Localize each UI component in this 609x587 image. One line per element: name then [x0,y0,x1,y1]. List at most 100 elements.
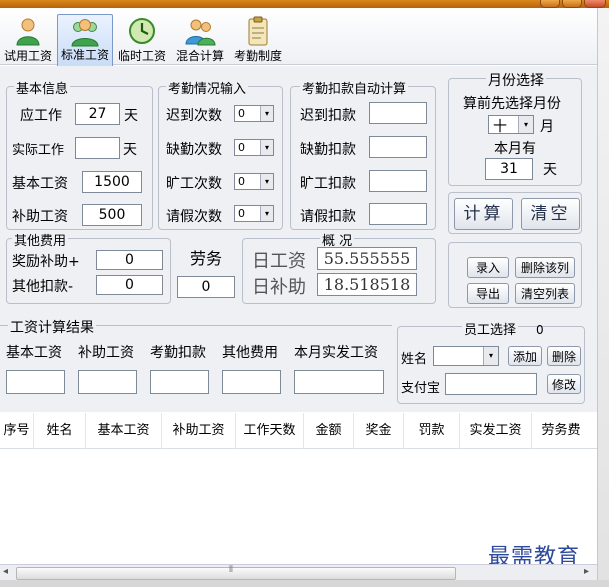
employee-count: 0 [536,323,544,337]
late-count-spinner[interactable]: 0 ▾ [234,105,274,122]
absent-deduction-label: 缺勤扣款 [300,142,356,158]
toolbar: 试用工资 标准工资 临时工资 混合计算 考勤制度 [0,8,609,68]
daily-wage-field[interactable]: 55.555555 [317,247,417,270]
employee-name-label: 姓名 [401,352,428,367]
column-header-labor-fee[interactable]: 劳务费 [532,413,590,449]
column-header-net-salary[interactable]: 实发工资 [460,413,532,449]
scroll-right-icon[interactable]: ▸ [584,566,589,577]
absent-count-value: 0 [238,141,245,154]
deduction-auto-title: 考勤扣款自动计算 [300,78,409,97]
tab-label: 临时工资 [117,49,166,63]
spin-down-icon[interactable]: ▾ [260,106,273,121]
leave-deduction-label: 请假扣款 [300,209,356,225]
single-user-icon [16,18,40,46]
result-header-other: 其他费用 [222,345,278,361]
maximize-button[interactable] [562,0,582,8]
alipay-label: 支付宝 [401,381,441,396]
result-net-field[interactable] [294,370,384,394]
absent-count-spinner[interactable]: 0 ▾ [234,139,274,156]
due-work-label: 应工作 [20,108,62,124]
tab-label: 考勤制度 [233,49,282,63]
column-header-name[interactable]: 姓名 [34,413,86,449]
leave-count-label: 请假次数 [166,209,222,225]
calculate-button[interactable]: 计算 [454,198,513,230]
result-header-base: 基本工资 [6,345,62,361]
truant-count-value: 0 [238,175,245,188]
spin-down-icon[interactable]: ▾ [260,206,273,221]
scroll-thumb[interactable]: ⦀ [16,565,456,580]
truant-count-label: 旷工次数 [166,176,222,192]
actual-work-field[interactable] [75,137,120,159]
month-combo[interactable]: 十 ▾ [488,115,534,135]
tab-attendance-policy[interactable]: 考勤制度 [231,14,285,68]
spin-down-icon[interactable]: ▾ [260,140,273,155]
bonus-field[interactable]: 0 [96,250,163,270]
daily-subsidy-field[interactable]: 18.518518 [317,273,417,296]
chevron-down-icon[interactable]: ▾ [483,347,498,365]
column-header-penalty[interactable]: 罚款 [404,413,460,449]
result-deduction-field[interactable] [150,370,209,394]
chevron-down-icon[interactable]: ▾ [518,116,533,133]
export-button[interactable]: 导出 [467,283,509,304]
clock-icon [129,18,155,44]
days-field[interactable]: 31 [485,158,533,180]
close-button[interactable] [584,0,606,8]
column-header-index[interactable]: 序号 [0,413,34,449]
column-header-amount[interactable]: 金额 [304,413,354,449]
month-unit: 月 [540,119,554,135]
result-title: 工资计算结果 [8,317,96,337]
basic-info-title: 基本信息 [14,78,71,97]
spin-down-icon[interactable]: ▾ [260,174,273,189]
actual-work-label: 实际工作 [12,143,65,158]
enter-button[interactable]: 录入 [467,257,509,278]
subsidy-field[interactable]: 500 [82,204,142,226]
leave-deduction-field[interactable] [369,203,427,225]
days-unit: 天 [543,162,557,178]
due-work-field[interactable]: 27 [75,103,120,125]
result-base-field[interactable] [6,370,65,394]
late-deduction-label: 迟到扣款 [300,108,356,124]
delete-row-button[interactable]: 删除该列 [515,257,575,278]
modify-employee-button[interactable]: 修改 [547,374,581,394]
horizontal-scrollbar[interactable]: ◂ ⦀ ▸ [0,564,597,580]
tab-temporary-salary[interactable]: 临时工资 [115,14,169,68]
minimize-button[interactable] [540,0,560,8]
result-header-net: 本月实发工资 [294,345,378,361]
column-header-work-days[interactable]: 工作天数 [236,413,304,449]
column-header-subsidy[interactable]: 补助工资 [162,413,236,449]
add-employee-button[interactable]: 添加 [508,346,542,366]
column-header-bonus[interactable]: 奖金 [354,413,404,449]
penalty-field[interactable]: 0 [96,275,163,295]
other-fees-title: 其他费用 [12,230,69,249]
employee-name-combo[interactable]: ▾ [433,346,499,366]
base-salary-label: 基本工资 [12,176,68,192]
base-salary-field[interactable]: 1500 [82,171,142,193]
days-label: 本月有 [494,141,536,157]
leave-count-spinner[interactable]: 0 ▾ [234,205,274,222]
result-header-deduction: 考勤扣款 [150,345,206,361]
alipay-field[interactable] [445,373,537,395]
clear-list-button[interactable]: 清空列表 [515,283,575,304]
absent-deduction-field[interactable] [369,136,427,158]
tab-mixed-calculation[interactable]: 混合计算 [171,14,229,68]
scroll-left-icon[interactable]: ◂ [3,566,8,577]
delete-employee-button[interactable]: 删除 [547,346,581,366]
window-bottom-edge [0,580,609,587]
tab-standard-salary[interactable]: 标准工资 [57,14,113,68]
late-deduction-field[interactable] [369,102,427,124]
truant-count-spinner[interactable]: 0 ▾ [234,173,274,190]
month-value: 十 [493,119,507,135]
truant-deduction-field[interactable] [369,170,427,192]
tab-label: 试用工资 [3,49,52,63]
group-users-icon [71,19,99,47]
result-subsidy-field[interactable] [78,370,137,394]
labor-field[interactable]: 0 [177,276,235,298]
result-other-field[interactable] [222,370,281,394]
labor-label: 劳务 [190,249,223,268]
clear-button[interactable]: 清空 [521,198,580,230]
employee-title: 员工选择 [462,319,519,338]
tab-label: 混合计算 [175,49,224,63]
tab-trial-salary[interactable]: 试用工资 [1,14,55,68]
vertical-scrollbar[interactable] [597,8,609,580]
column-header-base-salary[interactable]: 基本工资 [86,413,162,449]
